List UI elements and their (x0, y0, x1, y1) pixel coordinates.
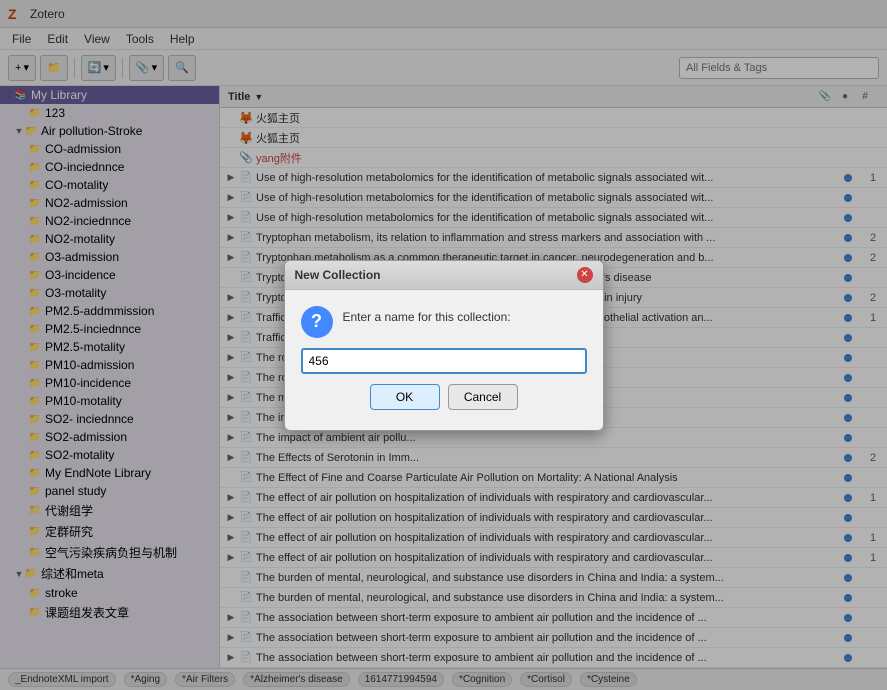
dialog-info-icon: ? (301, 306, 333, 338)
collection-name-input[interactable] (301, 348, 587, 374)
dialog-prompt-text: Enter a name for this collection: (343, 306, 511, 324)
dialog-close-button[interactable]: ✕ (577, 267, 593, 283)
dialog-buttons: OK Cancel (301, 384, 587, 414)
dialog-prompt-row: ? Enter a name for this collection: (301, 306, 587, 338)
dialog-cancel-button[interactable]: Cancel (448, 384, 518, 410)
new-collection-dialog: New Collection ✕ ? Enter a name for this… (284, 260, 604, 431)
dialog-body: ? Enter a name for this collection: OK C… (285, 290, 603, 430)
dialog-title: New Collection (295, 268, 381, 282)
dialog-title-bar: New Collection ✕ (285, 261, 603, 290)
dialog-ok-button[interactable]: OK (370, 384, 440, 410)
dialog-overlay: New Collection ✕ ? Enter a name for this… (0, 0, 887, 690)
